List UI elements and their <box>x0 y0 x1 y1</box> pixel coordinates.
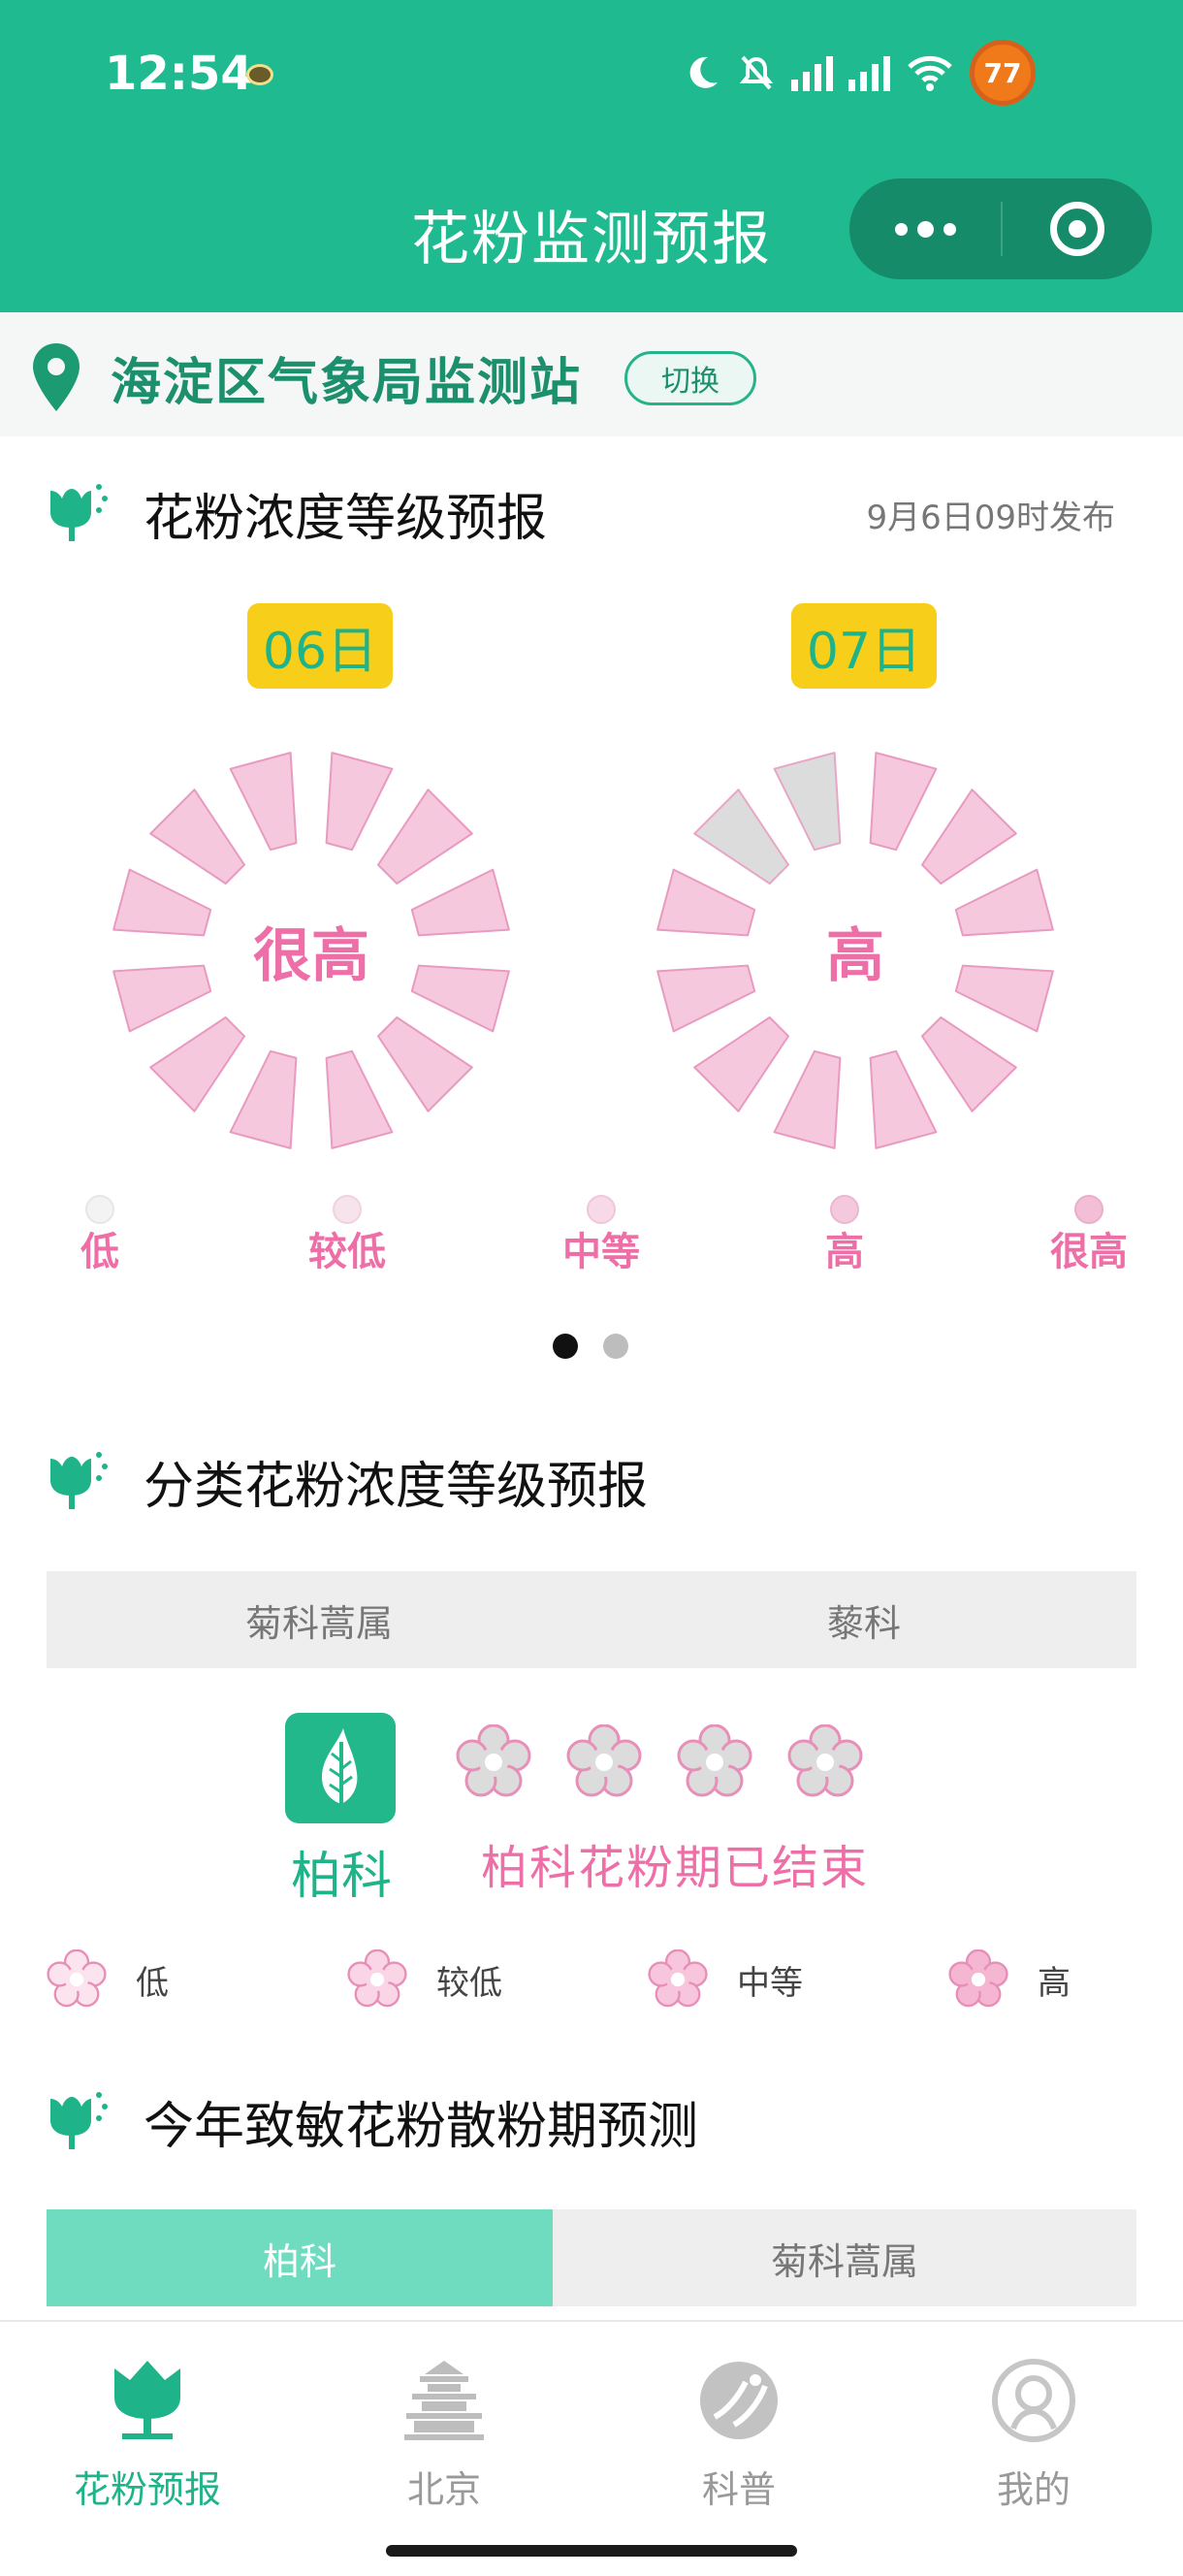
pager-dot[interactable] <box>603 1334 628 1359</box>
pollen-flower-icon <box>50 484 108 541</box>
legend-high: 高 <box>782 1195 908 1276</box>
notification-icon <box>246 64 273 85</box>
nav-item-me[interactable]: 我的 <box>937 2347 1131 2513</box>
temple-icon <box>404 2361 484 2440</box>
flower-icon <box>566 1724 642 1797</box>
level-flowers <box>456 1724 863 1800</box>
status-time: 12:54 <box>105 47 253 101</box>
level-dial-day1: 很高 <box>108 747 515 1154</box>
plant-name: 柏科 <box>290 1848 392 1906</box>
level-text-day2: 高 <box>826 921 884 990</box>
legend-low: 低 <box>37 1195 163 1276</box>
nav-label: 科普 <box>701 2468 776 2511</box>
season-ended-text: 柏科花粉期已结束 <box>481 1841 870 1895</box>
signal-icon <box>791 54 833 91</box>
category-section-title: 分类花粉浓度等级预报 <box>144 1458 649 1516</box>
legend-label: 低 <box>80 1230 119 1274</box>
legend-label: 中等 <box>562 1230 640 1274</box>
tab-artemisia-season[interactable]: 菊科蒿属 <box>553 2209 1136 2306</box>
target-icon[interactable] <box>1003 178 1152 279</box>
flower-icon <box>677 1724 752 1797</box>
screen: { "status": {"time": "12:54", "battery":… <box>0 0 1183 2576</box>
flower-icon <box>347 1949 407 2008</box>
flower-legend-high: 高 <box>948 1949 1071 2010</box>
flower-legend-label: 较低 <box>436 1963 502 2003</box>
user-icon <box>992 2359 1075 2442</box>
signal-icon-2 <box>848 54 890 91</box>
mute-icon <box>739 55 774 90</box>
flower-legend-label: 中等 <box>737 1963 803 2003</box>
nav-item-beijing[interactable]: 北京 <box>347 2347 541 2513</box>
level-dial-day2: 高 <box>652 747 1059 1154</box>
cupressaceae-leaf-icon <box>285 1713 396 1823</box>
flower-icon <box>456 1724 531 1797</box>
publish-time: 9月6日09时发布 <box>866 499 1115 537</box>
wifi-icon <box>908 55 952 91</box>
flower-icon <box>47 1949 107 2008</box>
legend-lower: 较低 <box>284 1195 410 1276</box>
tab-cupressaceae[interactable]: 柏科 <box>47 2209 553 2306</box>
flower-icon <box>648 1949 708 2008</box>
tab-artemisia[interactable]: 菊科蒿属 <box>47 1571 592 1668</box>
level-text-day1: 很高 <box>253 921 369 990</box>
moon-icon <box>689 56 718 88</box>
pollen-flower-icon <box>50 1452 108 1509</box>
season-section-title: 今年致敏花粉散粉期预测 <box>144 2098 699 2156</box>
nav-label: 花粉预报 <box>73 2468 221 2511</box>
battery-badge: 77 <box>970 40 1036 106</box>
flower-legend-label: 高 <box>1038 1963 1071 2003</box>
tulip-icon <box>114 2361 180 2439</box>
flower-legend-lower: 较低 <box>347 1949 502 2010</box>
forecast-section-title: 花粉浓度等级预报 <box>144 490 548 548</box>
nav-item-science[interactable]: 科普 <box>642 2347 836 2513</box>
legend-label: 高 <box>825 1230 864 1274</box>
legend-medium: 中等 <box>538 1195 664 1276</box>
flower-legend-low: 低 <box>47 1949 169 2010</box>
home-indicator[interactable] <box>386 2545 797 2557</box>
location-pin-icon <box>33 343 80 411</box>
legend-very-high: 很高 <box>1026 1195 1152 1276</box>
nav-item-forecast[interactable]: 花粉预报 <box>50 2347 244 2513</box>
pager-dot-active[interactable] <box>553 1334 578 1359</box>
nav-label: 我的 <box>996 2468 1071 2511</box>
tab-chenopodiaceae[interactable]: 藜科 <box>592 1571 1136 1668</box>
science-icon <box>700 2362 778 2439</box>
pollen-flower-icon <box>50 2092 108 2149</box>
day-badge-1: 06日 <box>247 603 393 689</box>
station-name: 海淀区气象局监测站 <box>111 354 583 412</box>
flower-icon <box>787 1724 863 1797</box>
legend-label: 较低 <box>308 1230 386 1274</box>
nav-label: 北京 <box>406 2468 481 2511</box>
flower-legend-medium: 中等 <box>648 1949 803 2010</box>
day-badge-2: 07日 <box>791 603 937 689</box>
legend-label: 很高 <box>1050 1230 1128 1274</box>
category-tabs: 菊科蒿属 藜科 <box>47 1571 1136 1668</box>
switch-station-button[interactable]: 切换 <box>624 351 756 405</box>
more-dots-icon[interactable] <box>849 178 1001 279</box>
season-tabs: 柏科 菊科蒿属 <box>47 2209 1136 2306</box>
status-icons: 77 <box>683 40 1036 106</box>
flower-icon <box>948 1949 1008 2008</box>
flower-legend-label: 低 <box>136 1963 169 2003</box>
mini-program-capsule <box>849 178 1152 279</box>
carousel-pager <box>553 1334 628 1359</box>
